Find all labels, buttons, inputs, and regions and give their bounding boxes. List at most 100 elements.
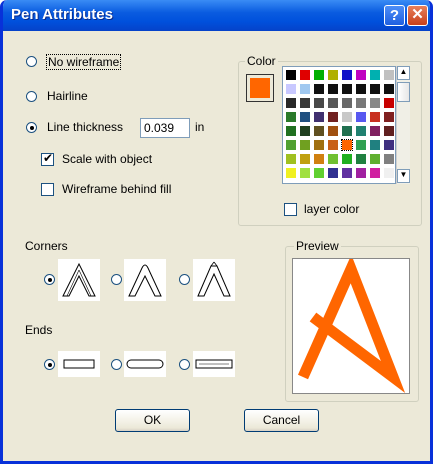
help-button[interactable]: ? xyxy=(384,5,405,26)
palette-swatch[interactable] xyxy=(342,98,352,108)
palette-swatch[interactable] xyxy=(384,126,394,136)
color-palette[interactable] xyxy=(282,66,396,184)
bevel-corner-icon[interactable] xyxy=(193,259,235,301)
end-square-radio[interactable] xyxy=(179,359,190,370)
palette-swatch[interactable] xyxy=(342,154,352,164)
palette-swatch[interactable] xyxy=(300,112,310,122)
layer-color-label: layer color xyxy=(304,202,360,216)
corner-round-radio[interactable] xyxy=(111,274,122,285)
palette-swatch[interactable] xyxy=(286,112,296,122)
palette-swatch[interactable] xyxy=(314,140,324,150)
corner-bevel-radio[interactable] xyxy=(179,274,190,285)
dialog-body: No wireframe Hairline Line thickness 0.0… xyxy=(3,31,430,461)
palette-swatch[interactable] xyxy=(356,98,366,108)
palette-swatch[interactable] xyxy=(370,70,380,80)
palette-swatch[interactable] xyxy=(300,140,310,150)
palette-swatch[interactable] xyxy=(370,126,380,136)
palette-swatch[interactable] xyxy=(384,112,394,122)
palette-swatch[interactable] xyxy=(300,70,310,80)
round-corner-icon[interactable] xyxy=(124,259,166,301)
palette-swatch[interactable] xyxy=(370,140,380,150)
current-color-swatch xyxy=(250,78,270,98)
palette-swatch[interactable] xyxy=(384,154,394,164)
palette-swatch[interactable] xyxy=(314,168,324,178)
palette-swatch[interactable] xyxy=(300,84,310,94)
palette-swatch[interactable] xyxy=(356,112,366,122)
palette-scrollbar[interactable]: ▲ ▼ xyxy=(396,66,410,184)
palette-swatch[interactable] xyxy=(356,154,366,164)
palette-swatch[interactable] xyxy=(341,139,353,151)
palette-swatch[interactable] xyxy=(370,154,380,164)
palette-swatch[interactable] xyxy=(286,154,296,164)
palette-swatch[interactable] xyxy=(342,84,352,94)
palette-swatch[interactable] xyxy=(286,70,296,80)
palette-swatch[interactable] xyxy=(356,168,366,178)
hairline-radio[interactable] xyxy=(26,91,37,102)
palette-swatch[interactable] xyxy=(370,98,380,108)
palette-swatch[interactable] xyxy=(370,112,380,122)
palette-swatch[interactable] xyxy=(328,98,338,108)
palette-swatch[interactable] xyxy=(286,126,296,136)
palette-swatch[interactable] xyxy=(342,126,352,136)
palette-swatch[interactable] xyxy=(356,140,366,150)
palette-swatch[interactable] xyxy=(300,98,310,108)
palette-swatch[interactable] xyxy=(328,140,338,150)
palette-swatch[interactable] xyxy=(314,70,324,80)
palette-swatch[interactable] xyxy=(370,168,380,178)
palette-swatch[interactable] xyxy=(300,168,310,178)
palette-swatch[interactable] xyxy=(286,140,296,150)
palette-swatch[interactable] xyxy=(300,154,310,164)
palette-swatch[interactable] xyxy=(356,70,366,80)
palette-swatch[interactable] xyxy=(342,70,352,80)
palette-swatch[interactable] xyxy=(356,84,366,94)
scale-with-object-checkbox[interactable] xyxy=(41,151,54,166)
no-wireframe-radio[interactable] xyxy=(26,56,37,67)
end-flat-radio[interactable] xyxy=(44,359,55,370)
palette-swatch[interactable] xyxy=(356,126,366,136)
palette-swatch[interactable] xyxy=(384,168,394,178)
palette-swatch[interactable] xyxy=(328,112,338,122)
miter-corner-icon[interactable] xyxy=(58,259,100,301)
hairline-label: Hairline xyxy=(47,89,88,103)
flat-end-icon[interactable] xyxy=(58,351,100,377)
scroll-up-icon[interactable]: ▲ xyxy=(397,66,410,80)
line-thickness-radio[interactable] xyxy=(26,122,37,133)
ends-label: Ends xyxy=(25,323,53,337)
palette-swatch[interactable] xyxy=(328,154,338,164)
title-bar[interactable]: Pen Attributes ? ✕ xyxy=(3,0,430,31)
palette-swatch[interactable] xyxy=(384,84,394,94)
palette-swatch[interactable] xyxy=(314,98,324,108)
line-thickness-input[interactable]: 0.039 xyxy=(140,118,190,138)
palette-swatch[interactable] xyxy=(314,126,324,136)
palette-swatch[interactable] xyxy=(314,84,324,94)
palette-swatch[interactable] xyxy=(314,112,324,122)
end-round-radio[interactable] xyxy=(111,359,122,370)
palette-swatch[interactable] xyxy=(328,126,338,136)
dialog-title: Pen Attributes xyxy=(11,6,113,23)
palette-swatch[interactable] xyxy=(328,70,338,80)
scroll-down-icon[interactable]: ▼ xyxy=(397,169,410,183)
palette-swatch[interactable] xyxy=(384,70,394,80)
palette-swatch[interactable] xyxy=(286,98,296,108)
palette-swatch[interactable] xyxy=(342,112,352,122)
palette-swatch[interactable] xyxy=(286,168,296,178)
palette-swatch[interactable] xyxy=(328,84,338,94)
scroll-thumb[interactable] xyxy=(397,82,410,102)
palette-swatch[interactable] xyxy=(314,154,324,164)
palette-swatch[interactable] xyxy=(300,126,310,136)
round-end-icon[interactable] xyxy=(124,351,166,377)
square-end-icon[interactable] xyxy=(193,351,235,377)
palette-swatch[interactable] xyxy=(328,168,338,178)
palette-swatch[interactable] xyxy=(384,140,394,150)
palette-swatch[interactable] xyxy=(286,84,296,94)
wireframe-behind-fill-checkbox[interactable] xyxy=(41,183,54,196)
palette-swatch[interactable] xyxy=(370,84,380,94)
ok-button[interactable]: OK xyxy=(115,409,190,432)
corner-miter-radio[interactable] xyxy=(44,274,55,285)
cancel-button[interactable]: Cancel xyxy=(244,409,319,432)
close-button[interactable]: ✕ xyxy=(407,5,428,26)
palette-swatch[interactable] xyxy=(342,168,352,178)
layer-color-checkbox[interactable] xyxy=(284,203,297,216)
palette-swatch[interactable] xyxy=(384,98,394,108)
current-color-box[interactable] xyxy=(246,74,274,102)
